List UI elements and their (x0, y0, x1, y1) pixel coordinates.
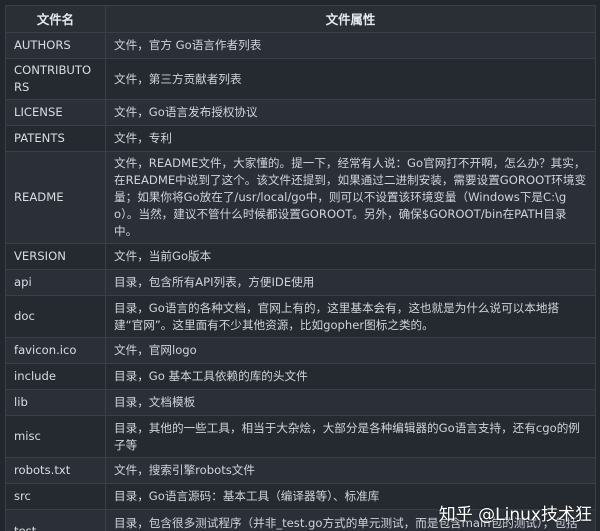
cell-filename: VERSION (5, 243, 106, 270)
table-row: LICENSE 文件，Go语言发布授权协议 (5, 99, 596, 126)
cell-filename: api (5, 269, 106, 296)
cell-attribute: 目录，文档模板 (105, 389, 596, 416)
cell-filename: AUTHORS (5, 32, 106, 59)
cell-attribute: 目录，其他的一些工具，相当于大杂烩，大部分是各种编辑器的Go语言支持，还有cgo… (105, 415, 596, 458)
table-row: api 目录，包含所有API列表，方便IDE使用 (5, 269, 596, 296)
cell-attribute: 文件，官网logo (105, 337, 596, 364)
cell-filename: CONTRIBUTORS (5, 58, 106, 100)
cell-attribute: 目录，Go语言的各种文档，官网上有的，这里基本会有，这也就是为什么说可以本地搭建… (105, 295, 596, 338)
cell-attribute: 文件，Go语言发布授权协议 (105, 99, 596, 126)
table-row: AUTHORS 文件，官方 Go语言作者列表 (5, 32, 596, 59)
cell-filename: src (5, 483, 106, 510)
cell-attribute: 文件，README文件，大家懂的。提一下，经常有人说：Go官网打不开啊，怎么办？… (105, 151, 596, 244)
table-row: robots.txt 文件，搜索引擎robots文件 (5, 457, 596, 484)
cell-filename: PATENTS (5, 125, 106, 152)
cell-filename: robots.txt (5, 457, 106, 484)
cell-filename: lib (5, 389, 106, 416)
cell-attribute: 文件，搜索引擎robots文件 (105, 457, 596, 484)
cell-attribute: 文件，专利 (105, 125, 596, 152)
cell-filename: test (5, 509, 106, 531)
cell-filename: LICENSE (5, 99, 106, 126)
cell-attribute: 目录，Go 基本工具依赖的库的头文件 (105, 363, 596, 390)
cell-attribute: 文件，第三方贡献者列表 (105, 58, 596, 100)
cell-filename: include (5, 363, 106, 390)
table-row: lib 目录，文档模板 (5, 389, 596, 416)
header-filename: 文件名 (5, 5, 106, 33)
cell-filename: favicon.ico (5, 337, 106, 364)
cell-attribute: 文件，官方 Go语言作者列表 (105, 32, 596, 59)
cell-filename: README (5, 151, 106, 244)
cell-filename: doc (5, 295, 106, 338)
cell-attribute: 文件，当前Go版本 (105, 243, 596, 270)
table-row: README 文件，README文件，大家懂的。提一下，经常有人说：Go官网打不… (5, 151, 596, 244)
table-header-row: 文件名 文件属性 (5, 5, 596, 33)
cell-attribute: 目录，包含所有API列表，方便IDE使用 (105, 269, 596, 296)
table-row: favicon.ico 文件，官网logo (5, 337, 596, 364)
table-row: doc 目录，Go语言的各种文档，官网上有的，这里基本会有，这也就是为什么说可以… (5, 295, 596, 338)
header-file-attribute: 文件属性 (105, 5, 596, 33)
table-row: CONTRIBUTORS 文件，第三方贡献者列表 (5, 58, 596, 100)
zhihu-watermark: 知乎 @Linux技术狂 (438, 505, 592, 525)
table-row: include 目录，Go 基本工具依赖的库的头文件 (5, 363, 596, 390)
table-row: VERSION 文件，当前Go版本 (5, 243, 596, 270)
table-row: misc 目录，其他的一些工具，相当于大杂烩，大部分是各种编辑器的Go语言支持，… (5, 415, 596, 458)
table-row: PATENTS 文件，专利 (5, 125, 596, 152)
file-attributes-table: 文件名 文件属性 AUTHORS 文件，官方 Go语言作者列表 CONTRIBU… (5, 5, 596, 531)
cell-filename: misc (5, 415, 106, 458)
file-attributes-table-container: 文件名 文件属性 AUTHORS 文件，官方 Go语言作者列表 CONTRIBU… (5, 5, 596, 531)
